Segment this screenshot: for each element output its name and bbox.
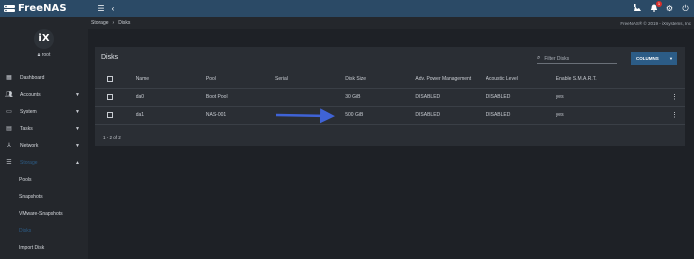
caret-down-icon: ▼	[75, 142, 80, 149]
cell-serial	[275, 106, 346, 125]
cell-pool: NAS-001	[205, 106, 276, 125]
cell-pool: Boot Pool	[205, 88, 276, 107]
lock-icon: 🔒︎	[37, 51, 41, 58]
sidebar-subitem-disks[interactable]: Disks	[0, 222, 88, 239]
caret-down-icon: ▼	[669, 56, 673, 61]
sidebar-subitem-snapshots[interactable]: Snapshots	[0, 188, 88, 205]
sidebar-item-label: System	[20, 108, 37, 115]
cell-name: da1	[135, 106, 206, 125]
sidebar-item-label: Accounts	[20, 91, 41, 98]
select-all-checkbox-cell	[95, 71, 136, 89]
system-icon: ▭	[6, 109, 12, 115]
filter-disks-input[interactable]	[544, 55, 611, 62]
disks-table: Name Pool Serial Disk Size Adv. Power Ma…	[95, 71, 685, 125]
more-vert-icon[interactable]: ⋮	[671, 94, 678, 101]
sidebar-subitem-pools[interactable]: Pools	[0, 171, 88, 188]
table-header-row: Name Pool Serial Disk Size Adv. Power Ma…	[95, 71, 685, 89]
caret-down-icon: ▼	[75, 108, 80, 115]
table-row[interactable]: da0 Boot Pool 30 GiB DISABLED DISABLED y…	[95, 88, 685, 107]
notification-badge: 1	[656, 0, 662, 7]
breadcrumb-current: Disks	[118, 20, 131, 26]
copyright-text: FreeNAS® © 2019 - iXsystems, Inc	[620, 20, 691, 26]
top-bar: FreeNAS ☰ ‹ 1 ⚙ ⏻	[0, 0, 694, 17]
row-checkbox-cell	[95, 106, 136, 125]
column-header-apm[interactable]: Adv. Power Management	[415, 71, 486, 89]
cell-actions: ⋮	[625, 106, 685, 125]
freenas-logo-icon	[4, 4, 15, 13]
bell-icon[interactable]: 1	[649, 0, 662, 14]
cell-acoustic-level: DISABLED	[485, 88, 556, 107]
dashboard-icon: ▦	[6, 75, 12, 81]
columns-button[interactable]: COLUMNS ▼	[631, 52, 677, 65]
sidebar-item-accounts[interactable]: 👥︎ Accounts ▼	[0, 86, 88, 103]
sidebar-item-tasks[interactable]: ▤ Tasks ▼	[0, 120, 88, 137]
column-header-name[interactable]: Name	[135, 71, 206, 89]
cell-smart: yes	[555, 106, 626, 125]
breadcrumb: Storage › Disks FreeNAS® © 2019 - iXsyst…	[88, 17, 694, 29]
disks-card: Disks ⌕ COLUMNS ▼ Name Pool Serial Disk …	[95, 47, 685, 146]
sidebar-brand: iX 🔒︎ root	[0, 17, 88, 69]
page-title: Disks	[101, 54, 119, 61]
search-icon: ⌕	[537, 55, 541, 61]
sidebar-item-label: Tasks	[20, 125, 33, 132]
sidebar-subitem-vmware-snapshots[interactable]: VMware-Snapshots	[0, 205, 88, 222]
sidebar-user[interactable]: 🔒︎ root	[38, 52, 51, 58]
app-name: FreeNAS	[18, 3, 67, 14]
cell-actions: ⋮	[625, 88, 685, 107]
sidebar: iX 🔒︎ root ▦ Dashboard 👥︎ Accounts ▼ ▭ S…	[0, 17, 88, 259]
row-checkbox[interactable]	[107, 93, 113, 100]
sidebar-item-dashboard[interactable]: ▦ Dashboard	[0, 69, 88, 86]
sidebar-item-storage[interactable]: ☰ Storage ▲	[0, 154, 88, 171]
row-checkbox-cell	[95, 88, 136, 107]
ix-logo: iX	[34, 28, 54, 49]
cell-disk-size: 30 GiB	[345, 88, 416, 107]
column-header-actions	[625, 71, 685, 89]
caret-down-icon: ▼	[75, 125, 80, 132]
chevron-left-icon[interactable]: ‹	[108, 0, 118, 17]
network-icon: ⅄	[7, 143, 11, 149]
cell-smart: yes	[555, 88, 626, 107]
table-row[interactable]: da1 NAS-001 500 GiB DISABLED DISABLED ye…	[95, 106, 685, 125]
caret-down-icon: ▼	[75, 91, 80, 98]
cell-apm: DISABLED	[415, 106, 486, 125]
sidebar-item-label: Dashboard	[20, 74, 45, 81]
card-header: Disks ⌕ COLUMNS ▼	[95, 47, 685, 69]
sidebar-username: root	[41, 51, 51, 58]
cell-name: da0	[135, 88, 206, 107]
select-all-checkbox[interactable]	[107, 76, 113, 83]
caret-up-icon: ▲	[75, 159, 80, 166]
row-checkbox[interactable]	[107, 111, 113, 118]
sidebar-subitem-import-disk[interactable]: Import Disk	[0, 239, 88, 256]
directory-services-icon[interactable]	[633, 3, 642, 14]
accounts-icon: 👥︎	[5, 92, 13, 98]
gear-icon[interactable]: ⚙	[665, 4, 674, 13]
pagination-range: 1 - 2 of 2	[103, 135, 121, 140]
filter-disks: ⌕	[537, 54, 617, 64]
column-header-pool[interactable]: Pool	[205, 71, 276, 89]
sidebar-item-label: Storage	[20, 159, 38, 166]
hamburger-icon[interactable]: ☰	[96, 0, 106, 17]
cell-serial	[275, 88, 346, 107]
columns-button-label: COLUMNS	[636, 56, 659, 61]
more-vert-icon[interactable]: ⋮	[671, 112, 678, 119]
freenas-logo[interactable]: FreeNAS	[0, 0, 88, 17]
sidebar-item-system[interactable]: ▭ System ▼	[0, 103, 88, 120]
sidebar-item-network[interactable]: ⅄ Network ▼	[0, 137, 88, 154]
storage-icon: ☰	[6, 160, 12, 166]
cell-disk-size: 500 GiB	[345, 106, 416, 125]
calendar-icon: ▤	[6, 126, 12, 132]
cell-acoustic-level: DISABLED	[485, 106, 556, 125]
column-header-serial[interactable]: Serial	[275, 71, 346, 89]
column-header-smart[interactable]: Enable S.M.A.R.T.	[555, 71, 626, 89]
column-header-acoustic-level[interactable]: Acoustic Level	[485, 71, 556, 89]
column-header-disk-size[interactable]: Disk Size	[345, 71, 416, 89]
cell-apm: DISABLED	[415, 88, 486, 107]
breadcrumb-separator: ›	[112, 20, 115, 26]
breadcrumb-parent[interactable]: Storage	[91, 20, 109, 26]
sidebar-item-label: Network	[20, 142, 39, 149]
power-icon[interactable]: ⏻	[681, 4, 690, 14]
